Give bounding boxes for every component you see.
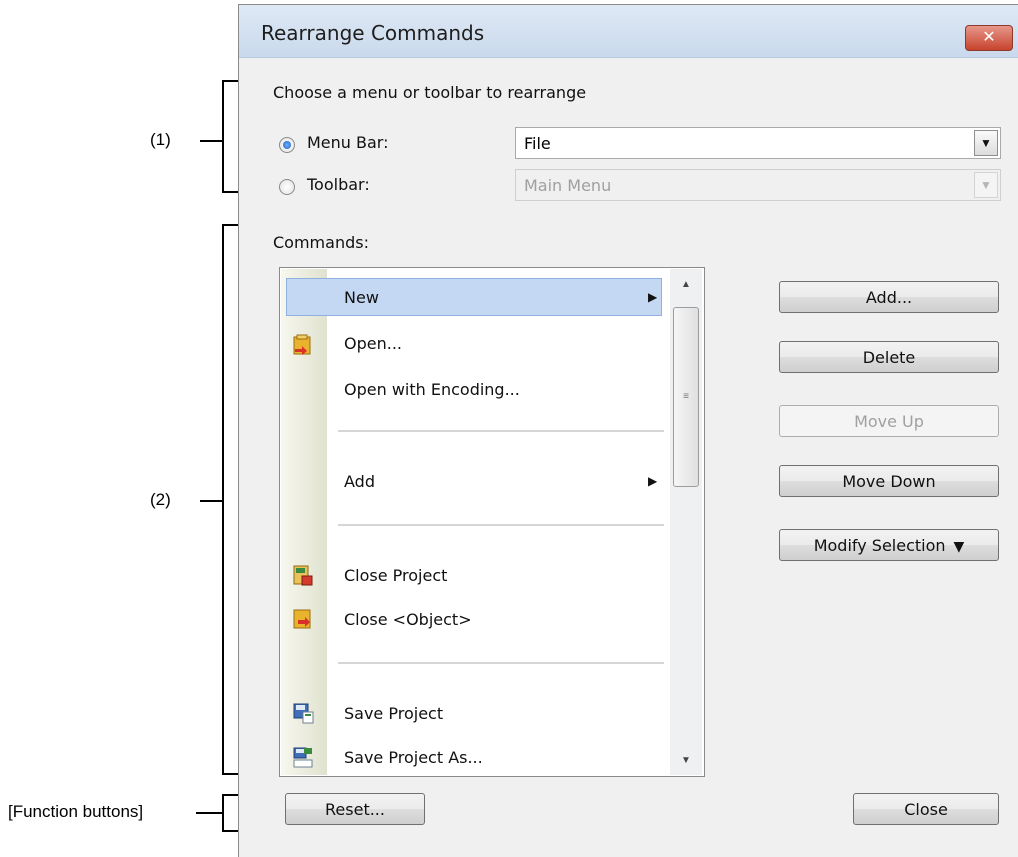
list-item-selected-highlight (286, 278, 662, 316)
close-window-button[interactable]: ✕ (965, 25, 1013, 51)
list-item[interactable]: Open with Encoding... (344, 380, 520, 399)
delete-button[interactable]: Delete (779, 341, 999, 373)
annotation-tick-2 (200, 500, 222, 502)
annotation-tick-function (196, 812, 222, 814)
add-button[interactable]: Add... (779, 281, 999, 313)
annotation-tick-1 (200, 140, 222, 142)
annotation-label-function-buttons: [Function buttons] (8, 802, 144, 821)
toolbar-select[interactable]: Main Menu ▼ (515, 169, 1001, 201)
move-up-button[interactable]: Move Up (779, 405, 999, 437)
close-button[interactable]: Close (853, 793, 999, 825)
toolbar-selected-value: Main Menu (524, 176, 612, 195)
list-item[interactable]: Close <Object> (344, 610, 472, 629)
reset-button[interactable]: Reset... (285, 793, 425, 825)
toolbar-label: Toolbar: (307, 175, 370, 194)
modify-selection-button[interactable]: Modify Selection ▼ (779, 529, 999, 561)
choose-instruction: Choose a menu or toolbar to rearrange (273, 83, 587, 102)
close-icon: ✕ (982, 29, 996, 46)
close-project-icon (293, 565, 313, 586)
submenu-arrow-icon: ▶ (648, 290, 658, 304)
separator (338, 524, 664, 526)
separator (338, 430, 664, 432)
close-object-icon (293, 609, 311, 629)
list-item[interactable]: New (344, 288, 379, 307)
list-item[interactable]: Add (344, 472, 375, 491)
chevron-down-icon: ▼ (953, 539, 965, 555)
separator (338, 662, 664, 664)
chevron-down-icon[interactable]: ▼ (974, 172, 998, 198)
annotation-bracket-2 (222, 224, 224, 775)
open-folder-icon (293, 334, 311, 355)
dialog-title: Rearrange Commands (261, 21, 485, 45)
save-project-as-icon (293, 747, 313, 768)
list-item[interactable]: Save Project As... (344, 748, 483, 767)
commands-scrollbar[interactable]: ▲ ≡ ▼ (670, 269, 702, 775)
annotation-label-2: (2) (150, 490, 171, 509)
title-bar[interactable]: Rearrange Commands ✕ (239, 5, 1018, 58)
annotation-label-1: (1) (150, 130, 171, 149)
menu-bar-select[interactable]: File ▼ (515, 127, 1001, 159)
list-item[interactable]: Save Project (344, 704, 443, 723)
save-project-icon (293, 703, 314, 724)
annotation-bracket-function (222, 794, 224, 832)
commands-list[interactable]: New ▶ Open... Open with Encoding... Add … (279, 267, 705, 777)
submenu-arrow-icon: ▶ (648, 474, 658, 488)
scroll-grip-icon: ≡ (683, 391, 689, 402)
modify-selection-label: Modify Selection (813, 536, 946, 555)
move-down-button[interactable]: Move Down (779, 465, 999, 497)
menu-bar-radio[interactable] (279, 137, 295, 153)
list-item[interactable]: Open... (344, 334, 402, 353)
chevron-down-icon[interactable]: ▼ (974, 130, 998, 156)
scrollbar-thumb[interactable]: ≡ (673, 307, 699, 487)
menu-bar-label: Menu Bar: (307, 133, 389, 152)
toolbar-radio[interactable] (279, 179, 295, 195)
scroll-down-icon[interactable]: ▼ (670, 747, 702, 775)
rearrange-commands-dialog: Rearrange Commands ✕ Choose a menu or to… (238, 4, 1018, 857)
scroll-up-icon[interactable]: ▲ (670, 271, 702, 299)
list-item[interactable]: Close Project (344, 566, 447, 585)
annotation-bracket-1 (222, 80, 224, 193)
commands-label: Commands: (273, 233, 369, 252)
menu-bar-selected-value: File (524, 134, 551, 153)
